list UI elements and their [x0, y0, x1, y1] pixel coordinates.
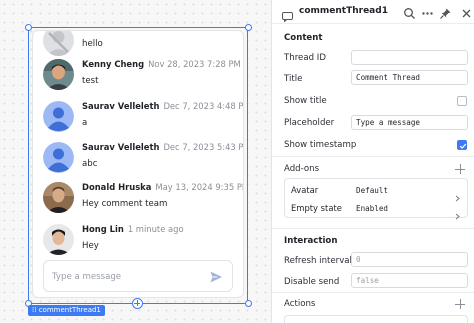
more-options-icon[interactable]: [421, 5, 434, 18]
divider: [272, 292, 474, 293]
resize-handle-top-left[interactable]: [25, 24, 32, 31]
addon-name: Avatar: [291, 185, 319, 195]
component-tag[interactable]: ⁞⁞ commentThread1: [28, 305, 105, 316]
section-actions-title[interactable]: Actions: [284, 299, 315, 309]
add-component-handle[interactable]: [132, 298, 143, 309]
editor-canvas[interactable]: hello Kenny Cheng Nov 28, 2023 7:28 PM te…: [0, 0, 271, 323]
component-tag-icon: ⁞⁞: [32, 306, 37, 314]
avatar: [43, 59, 74, 90]
addon-name: Empty state: [291, 203, 342, 213]
show-title-checkbox[interactable]: [457, 96, 467, 106]
comment-timestamp: 1 minute ago: [127, 224, 184, 234]
comment-timestamp: Nov 28, 2023 7:28 PM: [148, 59, 241, 69]
close-icon[interactable]: [460, 5, 473, 18]
section-interaction-title[interactable]: Interaction: [284, 236, 337, 246]
title-field[interactable]: [351, 70, 468, 85]
comment-text: abc: [82, 159, 98, 169]
avatar: [43, 101, 74, 132]
thread-id-label: Thread ID: [284, 53, 326, 63]
comment-thread-component[interactable]: hello Kenny Cheng Nov 28, 2023 7:28 PM te…: [32, 30, 244, 298]
message-input[interactable]: [52, 269, 202, 285]
disable-send-label: Disable send: [284, 277, 340, 287]
pin-icon[interactable]: [439, 5, 452, 19]
thread-id-field[interactable]: [351, 50, 468, 65]
comment-text: hello: [82, 39, 103, 49]
comment-author: Saurav Velleleth: [82, 142, 160, 152]
show-title-label: Show title: [284, 96, 327, 106]
disable-send-field[interactable]: [351, 273, 468, 288]
resize-handle-top-right[interactable]: [245, 24, 252, 31]
comment-text: Hey comment team: [82, 199, 168, 209]
title-label: Title: [284, 74, 303, 84]
section-content-title[interactable]: Content: [284, 33, 323, 43]
divider: [272, 228, 474, 229]
avatar: [43, 224, 74, 255]
refresh-interval-field[interactable]: [351, 252, 468, 267]
comment-text: a: [82, 118, 88, 128]
comment-author: Saurav Velleleth: [82, 101, 160, 111]
comment-author: Hong Lin: [82, 224, 124, 234]
addon-row-empty-state[interactable]: Empty state Enabled: [285, 199, 469, 220]
component-tag-label: commentThread1: [38, 306, 101, 314]
comment-author: Donald Hruska: [82, 182, 152, 192]
avatar: [43, 182, 74, 213]
avatar: [43, 142, 74, 173]
comment-timestamp: Dec 7, 2023 4:48 PM: [163, 101, 244, 111]
inspector-header: commentThread1: [272, 0, 474, 24]
show-timestamp-checkbox[interactable]: [457, 140, 467, 150]
addon-value: Default: [356, 186, 389, 195]
send-icon[interactable]: [209, 269, 223, 283]
avatar: [43, 31, 74, 56]
message-composer[interactable]: [43, 260, 233, 292]
inspector-title[interactable]: commentThread1: [299, 6, 388, 16]
refresh-interval-label: Refresh interval: [284, 256, 352, 266]
resize-handle-bottom-right[interactable]: [245, 300, 252, 307]
add-addon-icon[interactable]: [455, 164, 465, 174]
comment-component-icon: [282, 7, 293, 23]
comment-author: Kenny Cheng: [82, 59, 145, 69]
comment-timestamp: May 13, 2024 9:35 PM: [155, 182, 244, 192]
addons-list: Avatar Default Empty state Enabled: [284, 178, 469, 220]
section-addons-title[interactable]: Add-ons: [284, 164, 319, 174]
addon-row-avatar[interactable]: Avatar Default: [285, 181, 469, 202]
placeholder-label: Placeholder: [284, 118, 335, 128]
divider: [272, 156, 474, 157]
chevron-right-icon: [454, 205, 461, 220]
placeholder-field[interactable]: [351, 115, 468, 130]
comment-text: test: [82, 76, 99, 86]
chevron-right-icon: [454, 187, 461, 202]
actions-list: [284, 315, 468, 323]
add-action-icon[interactable]: [455, 299, 465, 309]
inspector-panel: commentThread1 Content Thread ID Title C…: [271, 0, 474, 323]
search-icon[interactable]: [403, 5, 416, 19]
comment-text: Hey: [82, 241, 99, 251]
comment-timestamp: Dec 7, 2023 5:43 PM: [163, 142, 244, 152]
show-timestamp-label: Show timestamp: [284, 140, 357, 150]
addon-value: Enabled: [356, 204, 389, 213]
